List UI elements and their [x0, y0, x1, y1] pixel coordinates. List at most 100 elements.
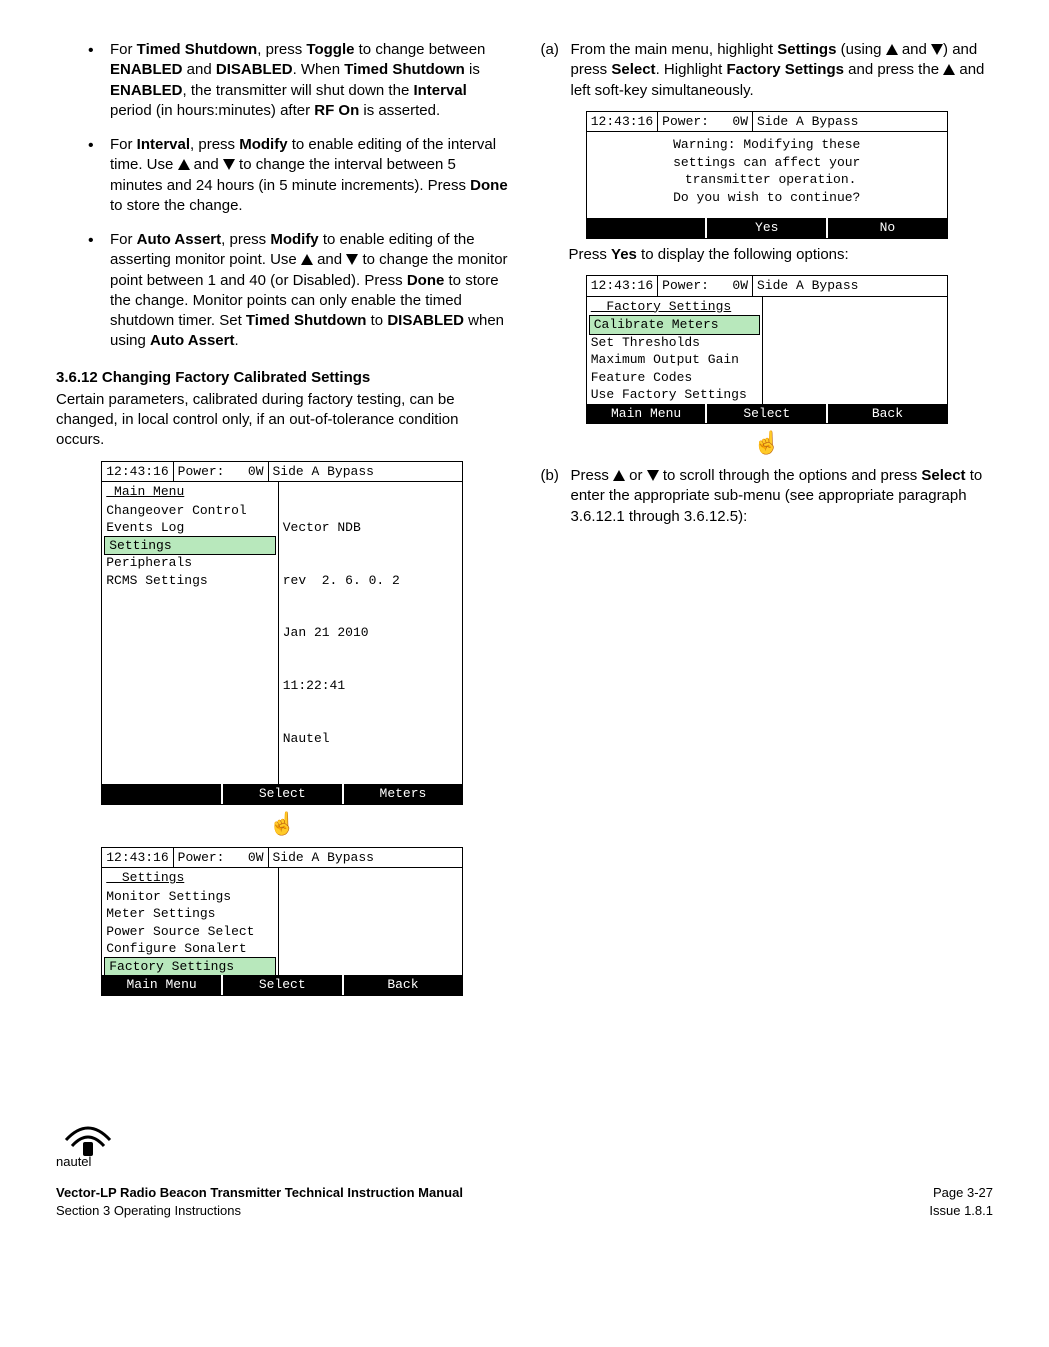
text: , press: [190, 136, 239, 153]
text: to scroll through the options and press: [659, 467, 922, 484]
warning-text: transmitter operation.: [593, 171, 941, 189]
arrow-up-icon: [178, 159, 190, 170]
bold: Yes: [611, 246, 637, 263]
text: is asserted.: [359, 102, 440, 119]
arrow-up-icon: [943, 64, 955, 75]
label: Power:: [662, 278, 709, 293]
info-line: Jan 21 2010: [283, 624, 459, 642]
softkey-right: Meters: [344, 784, 463, 804]
lcd-settings-menu: 12:43:16 Power: 0W Side A Bypass Setting…: [101, 847, 463, 996]
value: 0W: [709, 278, 748, 293]
section-heading: 3.6.12 Changing Factory Calibrated Setti…: [56, 368, 509, 388]
lcd-info-panel: [279, 868, 463, 975]
bold: Factory Settings: [726, 61, 844, 78]
lcd-power: Power: 0W: [174, 462, 269, 482]
lcd-header: 12:43:16 Power: 0W Side A Bypass: [587, 112, 947, 133]
warning-text: Warning: Modifying these: [593, 136, 941, 154]
bold: Auto Assert: [150, 332, 234, 349]
lcd-menu-item-selected: Factory Settings: [104, 957, 276, 977]
text: or: [625, 467, 647, 484]
text: and: [313, 251, 346, 268]
text: (using: [836, 41, 885, 58]
pointing-hand-icon: ☝: [541, 428, 994, 458]
svg-text:nautel: nautel: [56, 1154, 92, 1168]
text: For: [110, 231, 137, 248]
value: 0W: [709, 114, 748, 129]
lcd-time: 12:43:16: [587, 276, 658, 296]
text: and press the: [844, 61, 943, 78]
arrow-down-icon: [223, 159, 235, 170]
bold: Timed Shutdown: [246, 312, 367, 329]
softkey-left: Main Menu: [587, 404, 708, 424]
lcd-warning-body: Warning: Modifying these settings can af…: [587, 132, 947, 218]
bold: Modify: [270, 231, 318, 248]
lcd-menu-list: Settings Monitor Settings Meter Settings…: [102, 868, 279, 975]
lcd-status: Side A Bypass: [753, 112, 947, 132]
nautel-logo: nautel: [56, 1122, 993, 1168]
bold: Interval: [413, 82, 466, 99]
text: and: [183, 61, 216, 78]
lcd-menu-item-selected: Settings: [104, 536, 276, 556]
lcd-menu-item: Changeover Control: [102, 502, 278, 520]
arrow-down-icon: [931, 44, 943, 55]
lcd-menu-item: Meter Settings: [102, 905, 278, 923]
text: Press: [569, 246, 612, 263]
lcd-menu-item: Events Log: [102, 519, 278, 537]
bold: ENABLED: [110, 82, 183, 99]
page-number: Page 3-27: [929, 1184, 993, 1202]
text: , the transmitter will shut down the: [183, 82, 414, 99]
text: to: [366, 312, 387, 329]
bold: Timed Shutdown: [344, 61, 465, 78]
lcd-menu-list: Factory Settings Calibrate Meters Set Th…: [587, 297, 764, 404]
step-marker: (b): [541, 466, 565, 527]
footer-right: Page 3-27 Issue 1.8.1: [929, 1184, 993, 1219]
text: , press: [221, 231, 270, 248]
bold: Modify: [239, 136, 287, 153]
label: Power:: [178, 850, 225, 865]
text: For: [110, 41, 137, 58]
text: and: [190, 156, 223, 173]
bullet-timed-shutdown: For Timed Shutdown, press Toggle to chan…: [88, 40, 509, 121]
right-column: (a) From the main menu, highlight Settin…: [541, 40, 994, 1002]
arrow-up-icon: [613, 470, 625, 481]
text: and: [898, 41, 931, 58]
manual-title: Vector-LP Radio Beacon Transmitter Techn…: [56, 1184, 463, 1202]
lcd-status: Side A Bypass: [269, 462, 463, 482]
text: to change between: [354, 41, 485, 58]
softkey-center: Select: [223, 784, 344, 804]
lcd-power: Power: 0W: [658, 276, 753, 296]
bold: Interval: [137, 136, 190, 153]
bold: RF On: [314, 102, 359, 119]
bullet-interval: For Interval, press Modify to enable edi…: [88, 135, 509, 216]
bold: Auto Assert: [137, 231, 221, 248]
lcd-softkeys: Main Menu Select Back: [102, 975, 462, 995]
lcd-menu-item: Set Thresholds: [587, 334, 763, 352]
bullet-auto-assert: For Auto Assert, press Modify to enable …: [88, 230, 509, 352]
bold: Select: [611, 61, 655, 78]
lcd-info-panel: [763, 297, 947, 404]
bold: ENABLED: [110, 61, 183, 78]
section-label: Section 3 Operating Instructions: [56, 1202, 463, 1220]
bold: Done: [407, 272, 445, 289]
lcd-menu-item: Peripherals: [102, 554, 278, 572]
text: From the main menu, highlight: [571, 41, 778, 58]
value: 0W: [224, 850, 263, 865]
left-column: For Timed Shutdown, press Toggle to chan…: [56, 40, 509, 1002]
softkey-center: Yes: [707, 218, 828, 238]
text: , press: [257, 41, 306, 58]
softkey-left: [102, 784, 223, 804]
lcd-time: 12:43:16: [102, 848, 173, 868]
lcd-time: 12:43:16: [587, 112, 658, 132]
lcd-menu-item: Power Source Select: [102, 923, 278, 941]
lcd-header: 12:43:16 Power: 0W Side A Bypass: [587, 276, 947, 297]
lcd-menu-item: Maximum Output Gain: [587, 351, 763, 369]
page-footer: nautel Vector-LP Radio Beacon Transmitte…: [56, 1122, 993, 1219]
arrow-down-icon: [346, 254, 358, 265]
lcd-softkeys: Main Menu Select Back: [587, 404, 947, 424]
lcd-warning: 12:43:16 Power: 0W Side A Bypass Warning…: [586, 111, 948, 239]
lcd-status: Side A Bypass: [753, 276, 947, 296]
lcd-softkeys: Yes No: [587, 218, 947, 238]
lcd-menu-item: Monitor Settings: [102, 888, 278, 906]
lcd-menu-item: Feature Codes: [587, 369, 763, 387]
softkey-right: Back: [828, 404, 947, 424]
